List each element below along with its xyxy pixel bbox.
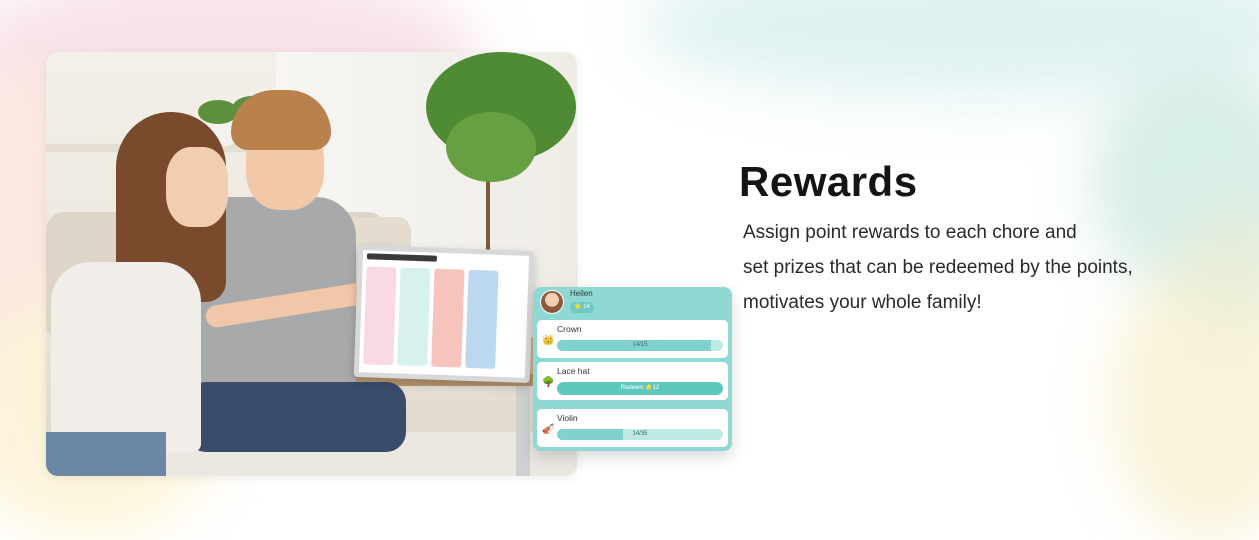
violin-icon: 🎻 — [542, 424, 555, 435]
user-name: Heilen — [570, 289, 593, 298]
reward-item-violin[interactable]: 🎻 Violin 14/35 — [537, 409, 728, 447]
reward-card: Heilen ⭐ 14 👑 Crown 14/15 🌳 Lace hat Red… — [533, 287, 732, 451]
description-line: Assign point rewards to each chore and — [743, 222, 1077, 243]
tablet-column — [465, 269, 499, 369]
reward-progress-bar: 14/35 — [557, 429, 723, 440]
points-badge: ⭐ 14 — [570, 302, 594, 313]
progress-text: 14/35 — [632, 431, 648, 437]
feature-description: Assign point rewards to each chore and s… — [743, 215, 1243, 320]
redeem-button[interactable]: Redeem ⭐12 — [557, 382, 723, 395]
hat-icon: 🌳 — [542, 377, 555, 388]
avatar — [540, 290, 564, 314]
feature-title: Rewards — [739, 158, 918, 205]
tablet-header — [366, 253, 438, 262]
family-photo — [46, 52, 577, 476]
points-value: 14 — [583, 304, 590, 310]
tree-leaves — [446, 112, 536, 182]
reward-item-label: Crown — [557, 324, 582, 334]
girl-shirt — [51, 262, 201, 452]
reward-progress-bar: 14/15 — [557, 340, 723, 351]
description-line: set prizes that can be redeemed by the p… — [743, 257, 1133, 278]
tablet-column — [397, 267, 431, 367]
reward-card-header: Heilen ⭐ 14 — [533, 287, 732, 319]
reward-item-lace-hat[interactable]: 🌳 Lace hat Redeem ⭐12 — [537, 362, 728, 400]
reward-item-label: Violin — [557, 413, 578, 423]
girl-face — [166, 147, 228, 227]
progress-text: 14/15 — [632, 342, 648, 348]
crown-icon: 👑 — [542, 335, 555, 346]
tablet-device — [353, 244, 535, 384]
description-line: motivates your whole family! — [743, 292, 982, 313]
girl-shorts — [46, 432, 166, 476]
reward-item-label: Lace hat — [557, 366, 590, 376]
table-leg — [516, 386, 530, 476]
reward-item-crown[interactable]: 👑 Crown 14/15 — [537, 320, 728, 358]
boy-jeans — [186, 382, 406, 452]
tablet-column — [431, 268, 465, 368]
tablet-column — [363, 266, 397, 366]
